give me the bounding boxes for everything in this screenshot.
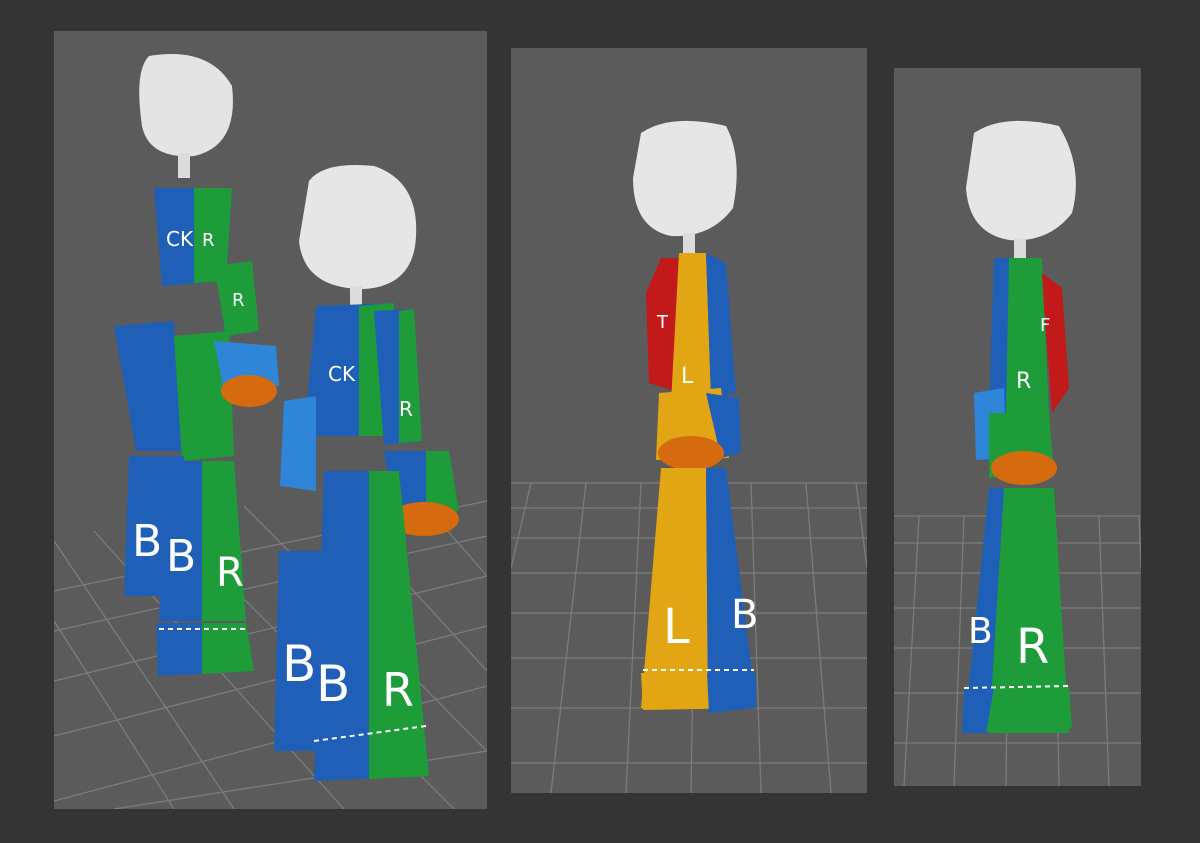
hip-left	[114, 321, 182, 451]
label-right-arm: R	[232, 290, 245, 311]
label-edge: B	[968, 611, 993, 652]
knee-right	[221, 375, 277, 407]
label-right-arm: R	[399, 397, 413, 421]
head	[139, 54, 233, 157]
head	[966, 120, 1076, 241]
neck	[178, 153, 190, 178]
viewport-canvas: T L L B	[511, 120, 867, 793]
character-rear[interactable]: CK R R B B R	[114, 54, 279, 676]
neck	[683, 233, 695, 253]
label-leg: L	[663, 599, 690, 655]
left-arm	[280, 396, 316, 491]
label-back: CK	[328, 362, 356, 386]
label-edge: B	[731, 592, 758, 638]
label-right-leg: R	[216, 550, 244, 596]
head	[299, 165, 417, 289]
viewport-perspective-middle[interactable]: T L L B	[511, 48, 867, 793]
character-front[interactable]: CK R B B R	[274, 165, 459, 781]
viewport-canvas: R F R B	[894, 120, 1141, 786]
label-left-leg2: B	[316, 655, 350, 713]
viewport-perspective-right[interactable]: R F R B	[894, 68, 1141, 786]
label-left-leg: B	[282, 635, 316, 693]
label-left-thigh: B	[166, 531, 196, 582]
knee	[658, 436, 724, 470]
viewport-canvas: CK R R B B R CK R B B R	[54, 54, 487, 809]
label-shoulder: T	[656, 312, 669, 333]
head	[633, 120, 737, 237]
knee	[991, 451, 1057, 485]
label-shoulder: F	[1040, 315, 1050, 336]
label-right-arm-upper: R	[202, 230, 215, 251]
label-right-leg: R	[382, 663, 414, 717]
character-side-right[interactable]: R F R B	[962, 120, 1076, 733]
viewport-perspective-left[interactable]: CK R R B B R CK R B B R	[54, 31, 487, 809]
leg	[641, 468, 708, 708]
label-torso: L	[681, 364, 694, 389]
label-torso: R	[1016, 369, 1031, 394]
character-side-left[interactable]: T L L B	[633, 120, 758, 713]
label-leg: R	[1016, 619, 1049, 675]
label-left-leg: B	[132, 516, 162, 567]
label-back: CK	[166, 227, 194, 251]
neck	[350, 286, 362, 306]
neck	[1014, 238, 1026, 258]
